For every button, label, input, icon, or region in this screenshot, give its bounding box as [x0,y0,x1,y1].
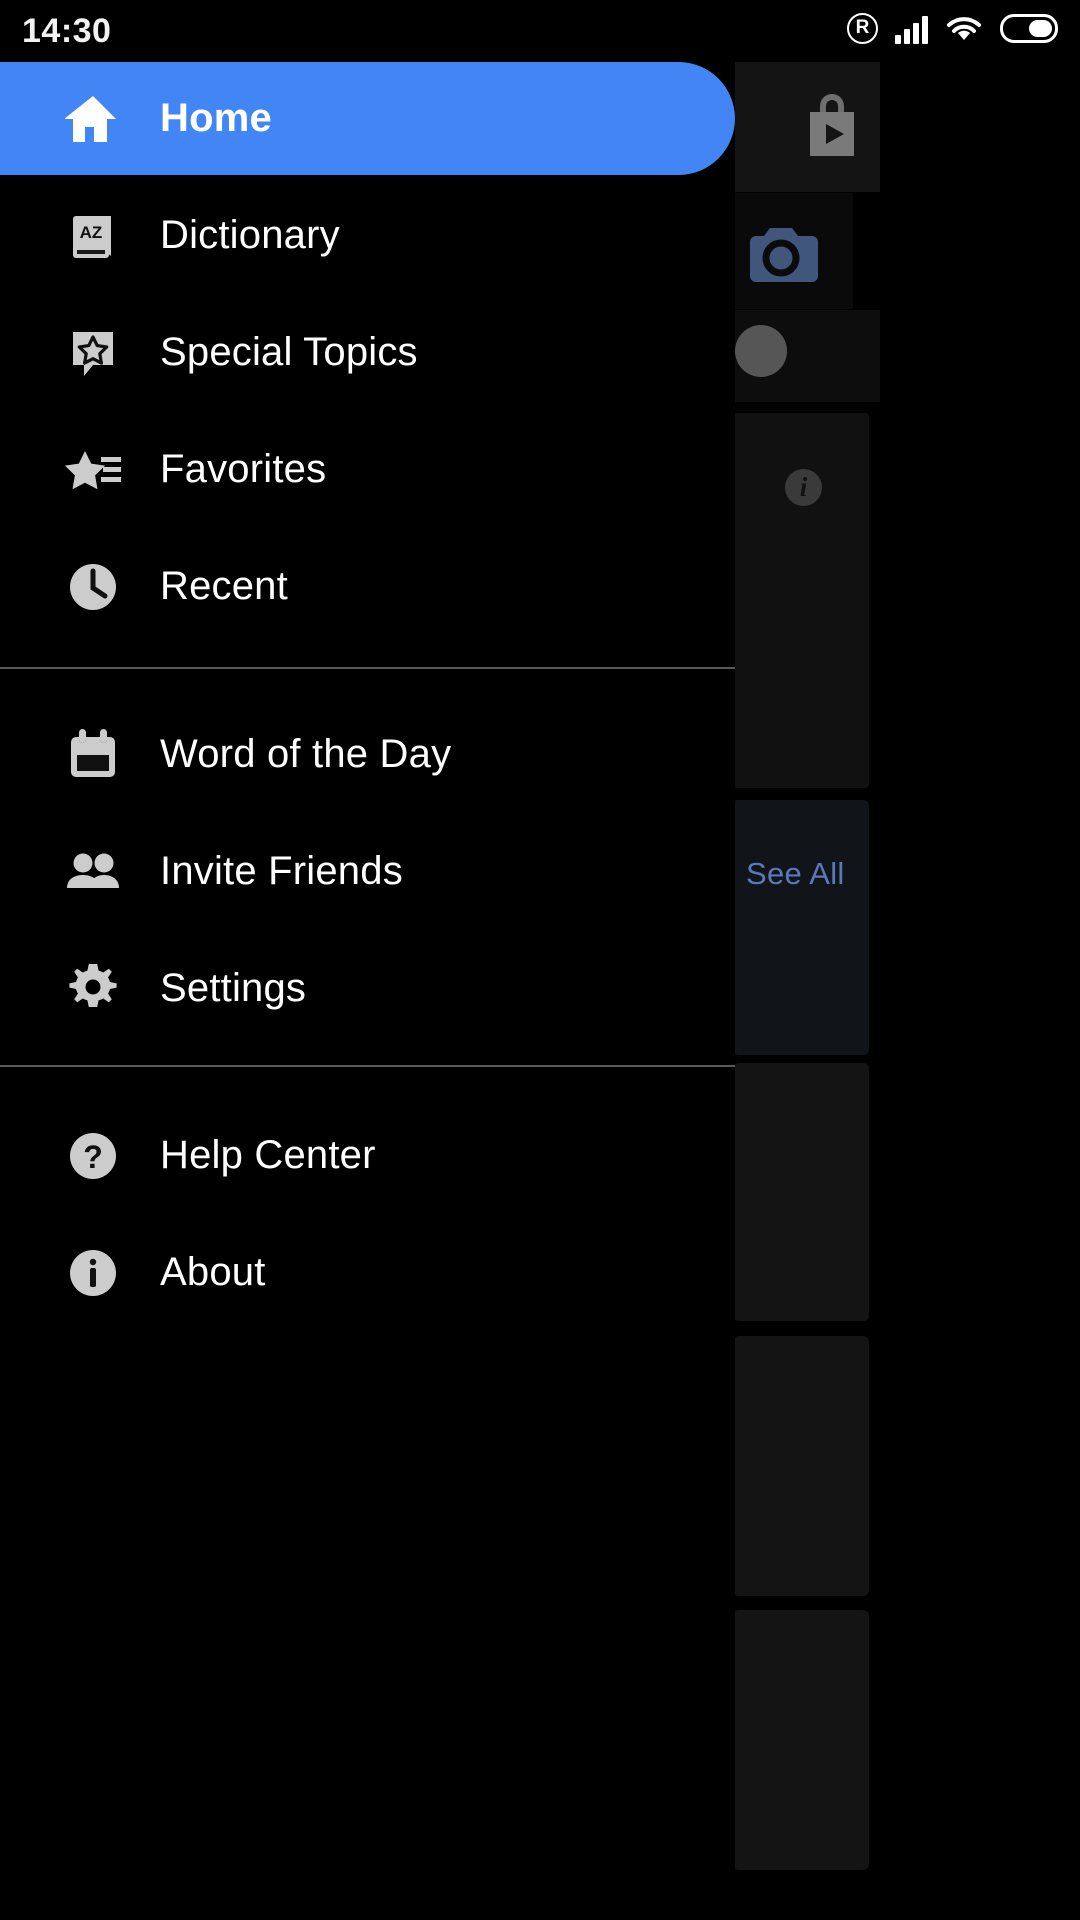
sidebar-item-invite-friends[interactable]: Invite Friends [0,815,735,928]
dictionary-book-icon: AZ [62,205,124,267]
info-circle-icon[interactable]: i [785,469,822,506]
sidebar-item-dictionary[interactable]: AZ Dictionary [0,179,735,292]
sidebar-item-word-of-the-day[interactable]: Word of the Day [0,698,735,811]
cellular-signal-icon [895,14,928,44]
star-list-icon [62,439,124,501]
sidebar-item-label: About [160,1250,266,1294]
sidebar-item-label: Home [160,96,272,140]
wifi-icon [945,14,983,44]
home-icon [62,88,124,150]
status-bar: 14:30 R [0,0,1080,62]
clock-icon [62,556,124,618]
sidebar-item-about[interactable]: About [0,1216,735,1329]
sidebar-item-settings[interactable]: Settings [0,932,735,1045]
see-all-link[interactable]: See All [746,856,845,892]
battery-icon [1000,14,1058,43]
camera-icon[interactable] [742,222,820,284]
calendar-icon [62,724,124,786]
sidebar-item-label: Invite Friends [160,849,403,893]
avatar[interactable] [735,325,787,377]
sidebar-item-special-topics[interactable]: Special Topics [0,296,735,409]
svg-text:AZ: AZ [80,223,103,242]
sidebar-item-label: Recent [160,564,288,608]
background-card-4 [733,1336,869,1596]
sidebar-item-recent[interactable]: Recent [0,530,735,643]
svg-text:?: ? [83,1139,103,1175]
phone-screen: i See All Home AZ Dictionary Special Top… [0,0,1080,1920]
sidebar-item-label: Word of the Day [160,732,452,776]
background-card-3 [733,1063,869,1321]
star-bubble-icon [62,322,124,384]
sidebar-item-label: Dictionary [160,213,340,257]
play-store-bag-icon[interactable] [800,88,864,158]
drawer-divider-1 [0,667,735,669]
registered-trademark-icon: R [847,13,878,44]
background-card-5 [733,1610,869,1870]
gear-icon [62,958,124,1020]
status-icons: R [847,13,1058,44]
sidebar-item-favorites[interactable]: Favorites [0,413,735,526]
question-circle-icon: ? [62,1125,124,1187]
sidebar-item-label: Settings [160,966,307,1010]
sidebar-item-label: Favorites [160,447,327,491]
status-time: 14:30 [22,12,112,50]
see-all-card[interactable] [733,800,869,1055]
drawer-divider-2 [0,1065,735,1067]
sidebar-item-label: Help Center [160,1133,376,1177]
info-circle-icon [62,1242,124,1304]
sidebar-item-home[interactable]: Home [0,62,735,175]
sidebar-item-label: Special Topics [160,330,418,374]
navigation-drawer: Home AZ Dictionary Special Topics Favori… [0,62,735,1920]
sidebar-item-help-center[interactable]: ? Help Center [0,1099,735,1212]
people-icon [62,841,124,903]
